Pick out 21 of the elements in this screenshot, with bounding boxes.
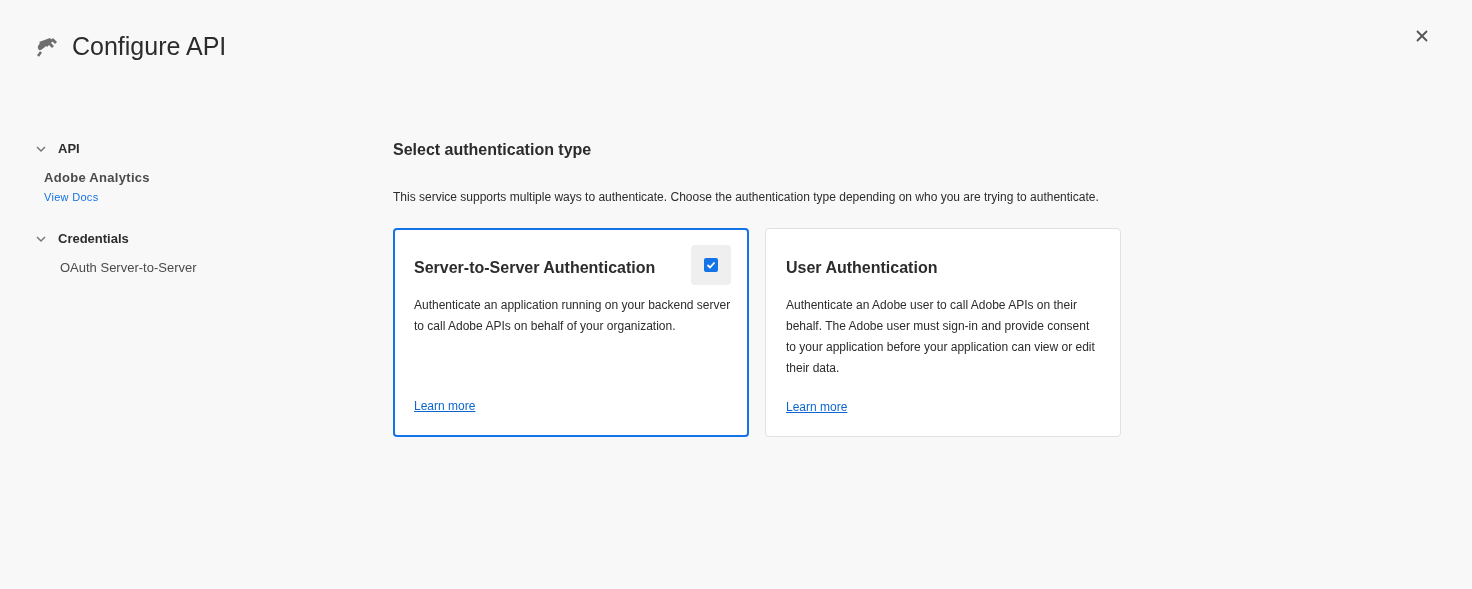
checkmark-icon <box>704 258 718 272</box>
card-title: User Authentication <box>786 259 938 277</box>
section-label: Credentials <box>58 231 129 246</box>
section-heading: Select authentication type <box>393 141 593 159</box>
learn-more-link[interactable]: Learn more <box>786 400 848 414</box>
dialog-title: Configure API <box>72 32 227 61</box>
chevron-icon[interactable] <box>36 143 46 154</box>
card-title: Server-to-Server Authentication <box>414 259 656 277</box>
auth-option-card[interactable] <box>765 228 1121 437</box>
api-name: Adobe Analytics <box>44 170 151 185</box>
description-text: This service supports multiple ways to authenticate. Choose the authentication type depending on who you are trying to authenticate. <box>393 190 1100 204</box>
card-description: Authenticate an application running on your backend server to call Adobe APIs on behalf of your organization. <box>414 297 731 335</box>
checkbox[interactable] <box>691 245 731 285</box>
auth-option-card[interactable]: Server-to-Server Authentication Authenticate an application running on your backend server to call Adobe APIs on behalf of your organization. Learn more <box>393 228 749 437</box>
view-docs-link[interactable]: View Docs <box>44 191 99 203</box>
close-icon <box>1416 30 1428 42</box>
card-description: Authenticate an Adobe user to call Adobe APIs on their behalf. The Adobe user must sign-in and provide consent to your application before your application can view or edit their data. <box>786 297 1096 377</box>
chevron-icon[interactable] <box>36 233 46 244</box>
learn-more-link[interactable]: Learn more <box>414 399 476 413</box>
section-label: API <box>58 141 80 156</box>
credential-item[interactable]: OAuth Server-to-Server <box>44 260 393 275</box>
